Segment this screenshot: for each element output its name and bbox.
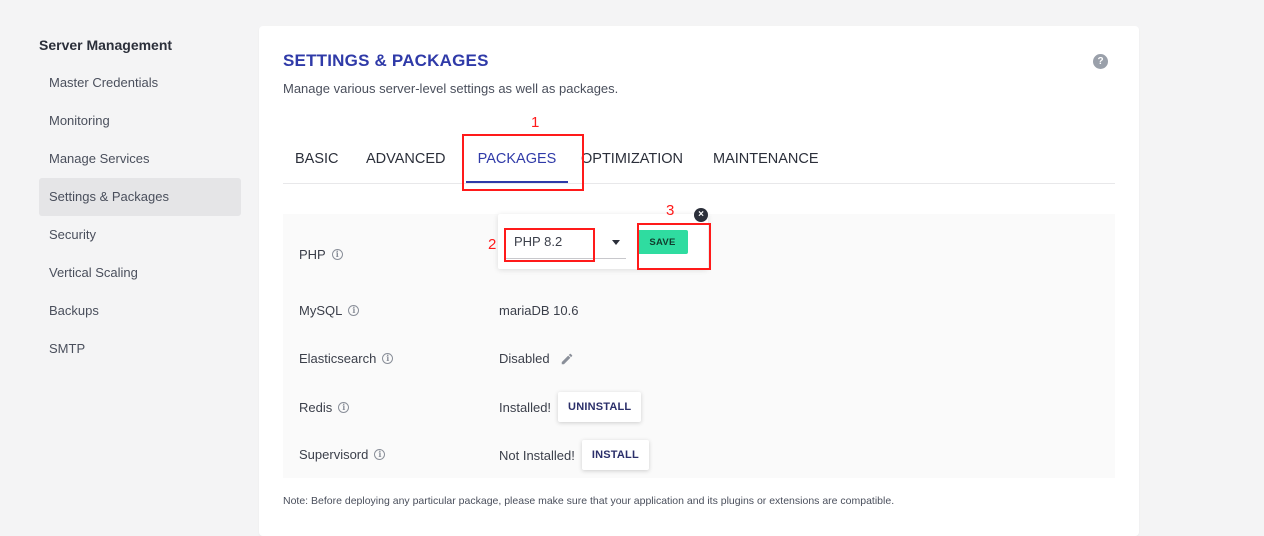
uninstall-button[interactable]: UNINSTALL — [558, 392, 642, 422]
chevron-down-icon — [612, 240, 620, 245]
redis-label-row: Redis i — [299, 400, 350, 415]
sidebar-title: Server Management — [39, 37, 173, 53]
redis-label: Redis — [299, 400, 333, 415]
elasticsearch-value: Disabled — [499, 351, 550, 366]
tab-bar: BASIC ADVANCED PACKAGES OPTIMIZATION MAI… — [283, 136, 1115, 184]
compatibility-note: Note: Before deploying any particular pa… — [283, 495, 895, 507]
tab-basic[interactable]: BASIC — [295, 136, 339, 183]
sidebar-item-manage-services[interactable]: Manage Services — [39, 140, 241, 178]
info-icon[interactable]: i — [374, 449, 386, 460]
mysql-label-row: MySQL i — [299, 303, 360, 318]
tab-maintenance[interactable]: MAINTENANCE — [713, 136, 819, 183]
mysql-label: MySQL — [299, 303, 343, 318]
close-icon[interactable]: × — [694, 208, 708, 222]
sidebar-item-backups[interactable]: Backups — [39, 292, 241, 330]
pencil-icon[interactable] — [560, 352, 574, 366]
sidebar-item-master-credentials[interactable]: Master Credentials — [39, 64, 241, 102]
elasticsearch-value-row: Disabled — [499, 351, 574, 366]
php-label: PHP — [299, 247, 326, 262]
page-subtitle: Manage various server-level settings as … — [283, 81, 619, 96]
supervisord-value-row: Not Installed! INSTALL — [499, 440, 649, 470]
info-icon[interactable]: i — [348, 305, 360, 316]
supervisord-label: Supervisord — [299, 447, 369, 462]
tab-packages[interactable]: PACKAGES — [466, 136, 568, 183]
supervisord-value: Not Installed! — [499, 447, 575, 463]
settings-card: SETTINGS & PACKAGES Manage various serve… — [259, 26, 1139, 536]
redis-value-row: Installed! UNINSTALL — [499, 392, 642, 422]
sidebar-item-security[interactable]: Security — [39, 216, 241, 254]
php-label-row: PHP i — [299, 247, 343, 262]
elasticsearch-label: Elasticsearch — [299, 351, 377, 366]
redis-value: Installed! — [499, 399, 552, 415]
info-icon[interactable]: i — [331, 249, 343, 260]
php-edit-popover: PHP 8.2 SAVE × — [498, 208, 708, 269]
sidebar-item-vertical-scaling[interactable]: Vertical Scaling — [39, 254, 241, 292]
php-version-select[interactable]: PHP 8.2 — [506, 227, 626, 259]
sidebar-item-smtp[interactable]: SMTP — [39, 330, 241, 368]
save-button[interactable]: SAVE — [637, 230, 688, 254]
packages-panel: PHP i PHP 8.2 SAVE × MySQL i mariaDB 10.… — [283, 208, 1115, 478]
info-icon[interactable]: i — [338, 402, 350, 413]
tab-advanced[interactable]: ADVANCED — [366, 136, 446, 183]
sidebar-item-monitoring[interactable]: Monitoring — [39, 102, 241, 140]
elasticsearch-label-row: Elasticsearch i — [299, 351, 394, 366]
php-version-value: PHP 8.2 — [514, 234, 563, 249]
help-icon[interactable]: ? — [1093, 54, 1108, 69]
supervisord-label-row: Supervisord i — [299, 447, 386, 462]
mysql-value: mariaDB 10.6 — [499, 303, 579, 318]
install-button[interactable]: INSTALL — [581, 440, 649, 470]
info-icon[interactable]: i — [382, 353, 394, 364]
sidebar: Server Management Master Credentials Mon… — [39, 36, 241, 368]
page-title: SETTINGS & PACKAGES — [283, 51, 489, 70]
sidebar-item-settings-packages[interactable]: Settings & Packages — [39, 178, 241, 216]
tab-optimization[interactable]: OPTIMIZATION — [581, 136, 683, 183]
